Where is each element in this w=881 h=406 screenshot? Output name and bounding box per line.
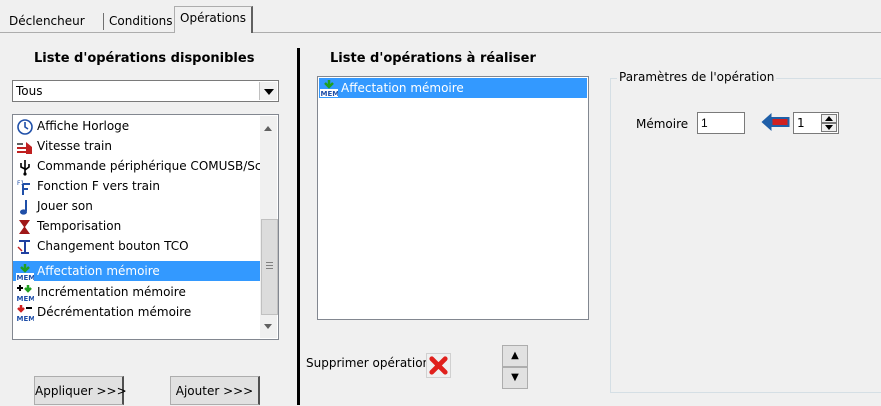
list-item-label: Jouer son — [37, 199, 93, 213]
list-item-label: Temporisation — [37, 219, 122, 233]
close-icon — [429, 356, 448, 375]
list-item[interactable]: MEM Décrémentation mémoire — [15, 302, 260, 322]
list-item-label: Affectation mémoire — [37, 264, 160, 278]
memory-input[interactable] — [697, 112, 745, 134]
scroll-up-icon[interactable] — [264, 126, 272, 131]
list-item[interactable]: Commande périphérique COMUSB/Sc — [15, 156, 262, 176]
tab-strip: Déclencheur Conditions Opérations — [0, 0, 881, 33]
chevron-down-icon — [825, 125, 833, 130]
memory-increment-icon: MEM — [17, 285, 35, 302]
list-item[interactable]: Affiche Horloge — [15, 116, 260, 136]
tco-button-icon — [17, 240, 30, 254]
apply-button[interactable]: Appliquer >>> — [34, 376, 127, 405]
list-item-label: Décrémentation mémoire — [37, 305, 192, 319]
usb-icon — [20, 160, 30, 176]
tab-conditions[interactable]: Conditions — [104, 10, 178, 32]
tab-declencheur[interactable]: Déclencheur — [4, 10, 90, 32]
svg-text:MEM: MEM — [17, 295, 35, 302]
operations-to-perform-title: Liste d'opérations à réaliser — [330, 51, 536, 66]
music-note-icon — [20, 200, 27, 215]
operation-filter-select[interactable]: Tous — [12, 80, 279, 102]
list-item-label: Commande périphérique COMUSB/Sc — [37, 159, 262, 173]
list-item[interactable]: Vitesse train — [15, 136, 260, 156]
list-item[interactable]: Temporisation — [15, 216, 260, 236]
list-item[interactable]: MEM Affectation mémoire — [13, 261, 260, 281]
available-operations-title: Liste d'opérations disponibles — [34, 51, 255, 66]
memory-assign-icon: MEM — [16, 264, 35, 281]
dropdown-button[interactable] — [259, 82, 277, 100]
svg-text:MEM: MEM — [17, 274, 35, 281]
list-item[interactable]: MEM Incrémentation mémoire — [15, 282, 260, 302]
hourglass-icon — [19, 220, 30, 234]
spinner-up-button[interactable] — [821, 114, 837, 123]
operation-filter-value: Tous — [16, 84, 43, 98]
list-item-label: Incrémentation mémoire — [37, 285, 186, 299]
tab-underline — [0, 32, 881, 33]
arrow-left-icon — [761, 113, 790, 131]
memory-decrement-icon: MEM — [17, 305, 35, 322]
memory-index-spinner[interactable]: 1 — [793, 112, 839, 134]
move-down-button[interactable]: ▼ — [502, 367, 528, 389]
list-item[interactable]: Jouer son — [15, 196, 260, 216]
chevron-down-icon — [264, 89, 274, 95]
memory-assign-icon: MEM — [320, 80, 339, 97]
tab-operations[interactable]: Opérations — [174, 6, 253, 33]
function-f-icon: F1 — [17, 180, 30, 195]
list-item-label: Affectation mémoire — [341, 81, 464, 95]
svg-text:MEM: MEM — [321, 90, 339, 97]
list-item[interactable]: MEM Affectation mémoire — [319, 78, 587, 98]
list-item[interactable]: F1 Fonction F vers train — [15, 176, 260, 196]
memory-label: Mémoire — [636, 117, 689, 131]
clock-icon — [17, 119, 33, 135]
operation-parameters-title: Paramètres de l'opération — [617, 70, 777, 84]
scroll-down-icon[interactable] — [264, 324, 272, 329]
move-up-button[interactable]: ▲ — [502, 345, 528, 367]
svg-text:MEM: MEM — [17, 315, 35, 322]
train-speed-icon — [17, 142, 32, 154]
grip-line — [266, 268, 273, 269]
grip-line — [266, 265, 273, 266]
spinner-down-button[interactable] — [821, 123, 837, 132]
available-operations-list[interactable]: Affiche Horloge Vitesse train Commande p… — [12, 114, 279, 340]
list-item-label: Affiche Horloge — [37, 119, 130, 133]
chevron-up-icon — [825, 116, 833, 121]
list-item-label: Vitesse train — [37, 139, 112, 153]
list-item[interactable]: Changement bouton TCO — [15, 236, 260, 256]
list-item-label: Fonction F vers train — [37, 179, 160, 193]
delete-operation-label: Supprimer opération — [306, 356, 431, 370]
panel-divider — [297, 48, 300, 405]
spinner-value: 1 — [797, 116, 805, 130]
operations-to-perform-list[interactable]: MEM Affectation mémoire — [317, 76, 589, 320]
list-scrollbar[interactable] — [260, 116, 278, 338]
list-item-label: Changement bouton TCO — [37, 239, 189, 253]
add-button[interactable]: Ajouter >>> — [170, 376, 260, 405]
delete-operation-button[interactable] — [426, 353, 451, 378]
scrollbar-thumb[interactable] — [261, 219, 278, 315]
grip-line — [266, 262, 273, 263]
